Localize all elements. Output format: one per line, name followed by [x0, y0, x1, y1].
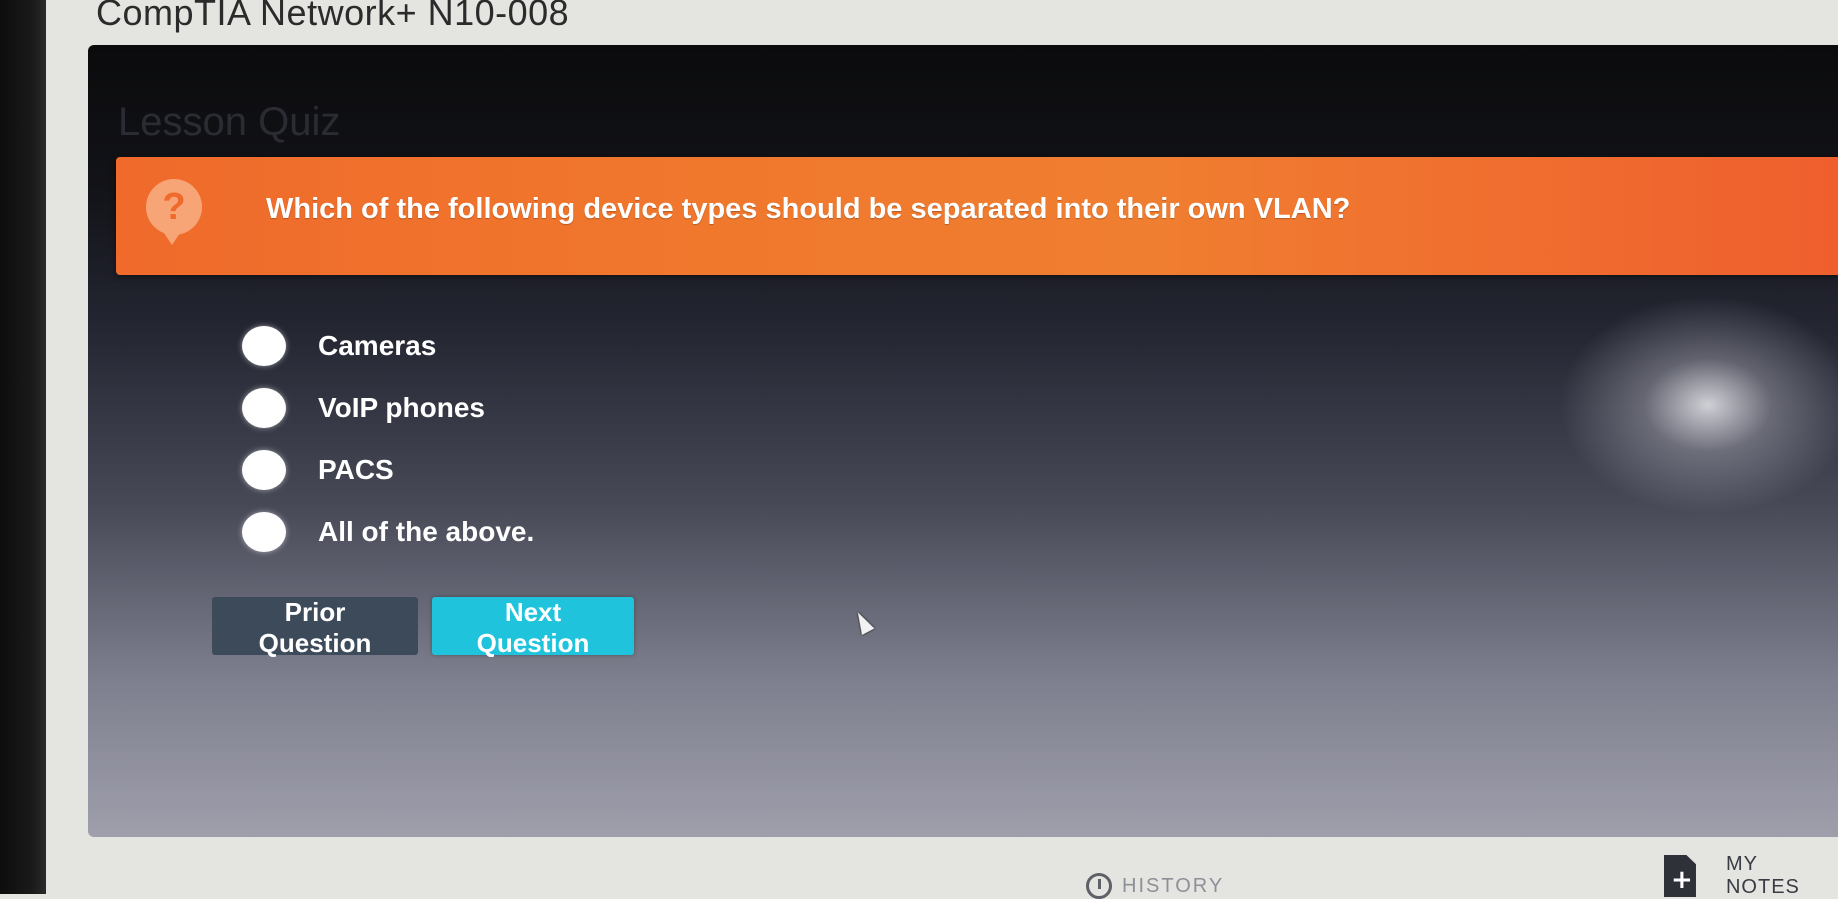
clock-icon: [1086, 873, 1112, 899]
note-add-icon: [1664, 855, 1696, 897]
course-title: CompTIA Network+ N10-008: [96, 0, 570, 33]
lesson-quiz-heading: Lesson Quiz: [118, 100, 341, 144]
history-label: HISTORY: [1122, 874, 1225, 897]
question-text: Which of the following device types shou…: [266, 193, 1351, 225]
answer-list: Cameras VoIP phones PACS All of the abov…: [242, 315, 534, 563]
answer-option-cameras[interactable]: Cameras: [242, 315, 534, 377]
question-bubble-icon: ?: [146, 179, 202, 245]
radio-button[interactable]: [242, 388, 286, 428]
answer-label: All of the above.: [318, 516, 535, 547]
my-notes-link[interactable]: MY NOTES: [1664, 853, 1838, 899]
footer-bar: HISTORY MY NOTES: [46, 837, 1838, 899]
my-notes-label: MY NOTES: [1725, 853, 1800, 898]
answer-label: Cameras: [318, 330, 437, 361]
screen-glare: [1558, 295, 1838, 515]
answer-option-all-of-the-above[interactable]: All of the above.: [242, 501, 534, 563]
answer-option-voip-phones[interactable]: VoIP phones: [242, 377, 534, 439]
answer-label: VoIP phones: [318, 392, 485, 423]
question-bar: ? Which of the following device types sh…: [116, 157, 1838, 275]
history-link[interactable]: HISTORY: [1086, 873, 1224, 899]
radio-button[interactable]: [242, 326, 286, 366]
mouse-pointer-icon: [851, 609, 875, 635]
prior-question-button[interactable]: Prior Question: [212, 597, 418, 658]
quiz-panel: Lesson Quiz ? Which of the following dev…: [88, 45, 1838, 837]
radio-button[interactable]: [242, 512, 286, 552]
next-question-button[interactable]: Next Question: [432, 597, 634, 658]
screen-bezel: [0, 0, 46, 894]
answer-label: PACS: [318, 454, 394, 485]
answer-option-pacs[interactable]: PACS: [242, 439, 534, 501]
quiz-navigation: Prior Question Next Question: [212, 597, 634, 658]
radio-button[interactable]: [242, 450, 286, 490]
